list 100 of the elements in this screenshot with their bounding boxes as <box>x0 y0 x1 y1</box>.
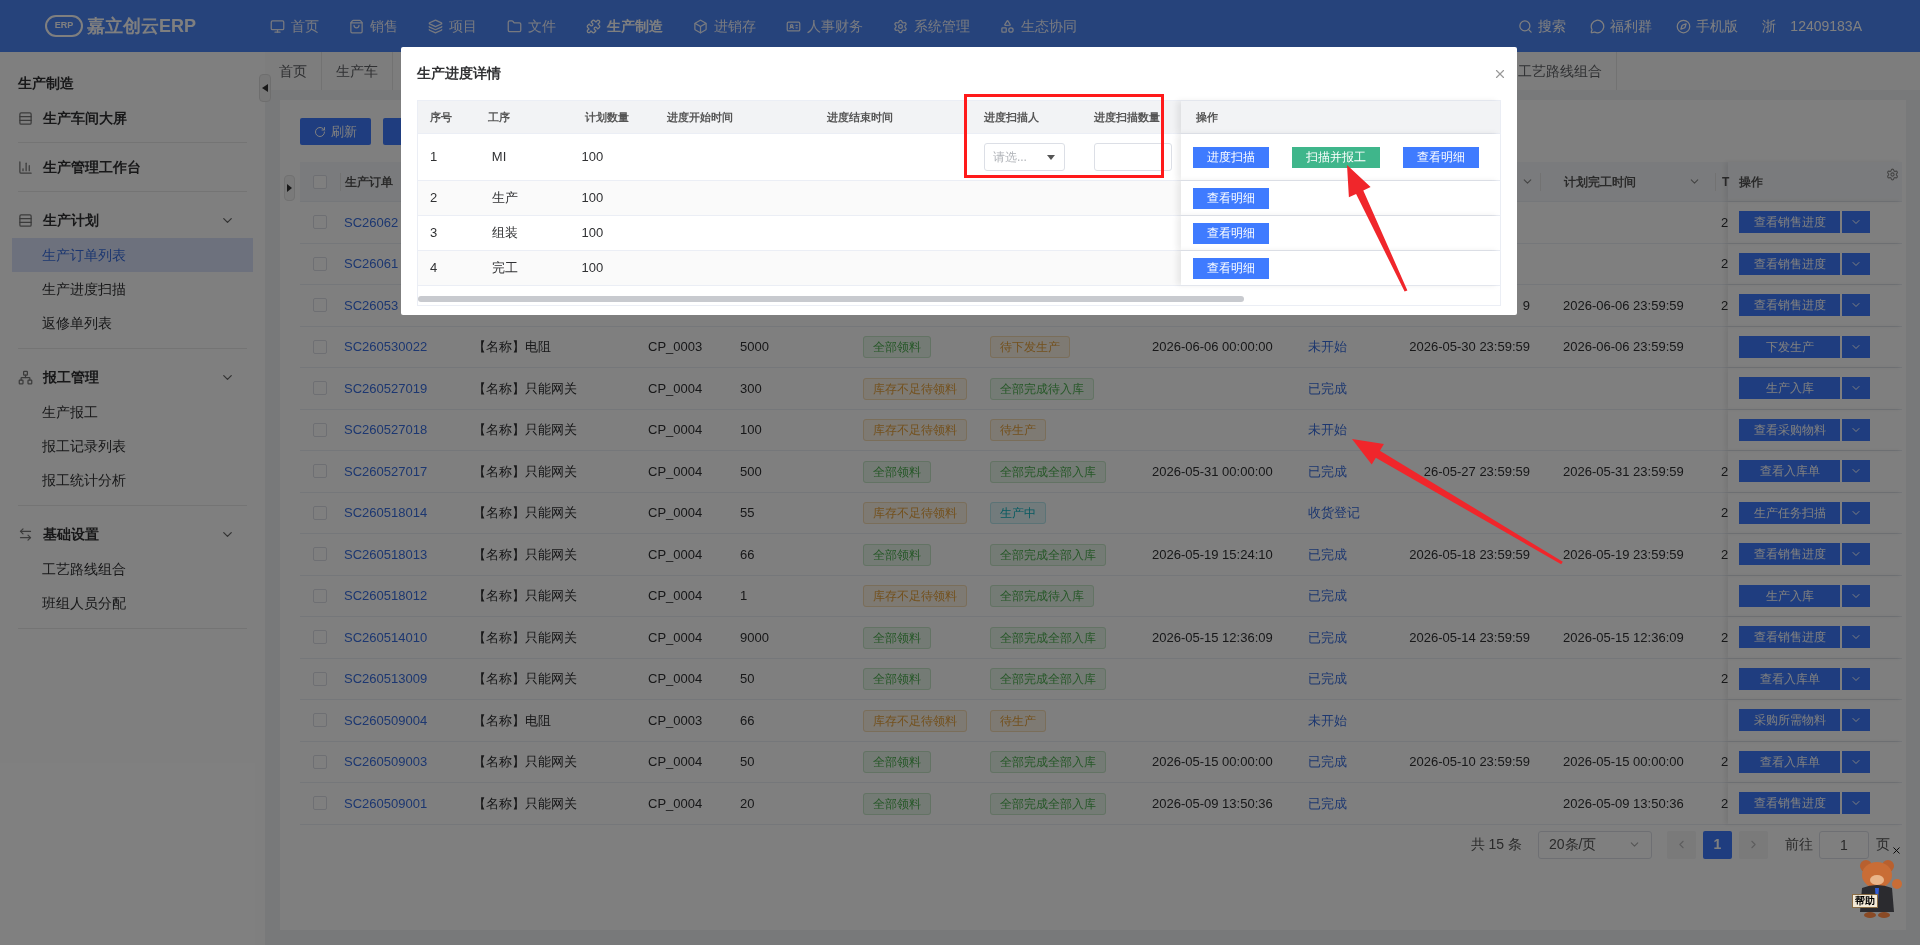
dropdown-button[interactable] <box>1842 709 1870 732</box>
nav-item[interactable]: 项目 <box>428 15 477 37</box>
sidebar-item[interactable]: 生产报工 <box>12 395 253 429</box>
action-button[interactable]: 查看采购物料 <box>1739 418 1840 441</box>
order-link[interactable]: SC260527017 <box>344 461 428 481</box>
nav-item[interactable]: 销售 <box>349 15 398 37</box>
next-page-button[interactable] <box>1739 830 1768 859</box>
action-button[interactable]: 生产入库 <box>1739 584 1840 607</box>
status-link[interactable]: 已完成 <box>1308 586 1347 606</box>
order-link[interactable]: SC260527019 <box>344 378 428 398</box>
goto-field[interactable]: 1 <box>1819 830 1869 859</box>
dropdown-button[interactable] <box>1842 377 1870 400</box>
sidebar-item[interactable]: 生产管理工作台 <box>18 143 247 191</box>
status-link[interactable]: 已完成 <box>1308 544 1347 564</box>
action-button[interactable]: 查看销售进度 <box>1739 626 1840 649</box>
dropdown-button[interactable] <box>1842 335 1870 358</box>
toolbar-link[interactable]: 手机版 <box>1676 15 1739 37</box>
dropdown-button[interactable] <box>1842 792 1870 815</box>
dropdown-button[interactable] <box>1842 584 1870 607</box>
dropdown-button[interactable] <box>1842 211 1870 234</box>
order-link[interactable]: SC26053 <box>344 295 399 315</box>
status-link[interactable]: 已完成 <box>1308 669 1347 689</box>
help-button[interactable]: 帮助 <box>1850 858 1904 918</box>
page-tab[interactable]: 生产车 <box>322 52 393 90</box>
expand-handle[interactable] <box>284 175 295 201</box>
status-link[interactable]: 已完成 <box>1308 793 1347 813</box>
settings-icon[interactable] <box>1886 168 1899 181</box>
order-link[interactable]: SC260509001 <box>344 793 428 813</box>
action-button[interactable]: 查看销售进度 <box>1739 294 1840 317</box>
status-link[interactable]: 未开始 <box>1308 337 1347 357</box>
action-button[interactable]: 采购所需物料 <box>1739 709 1840 732</box>
status-link[interactable]: 已完成 <box>1308 378 1347 398</box>
dropdown-button[interactable] <box>1842 667 1870 690</box>
nav-item[interactable]: 生产制造 <box>586 15 663 37</box>
order-link[interactable]: SC260509004 <box>344 710 428 730</box>
status-link[interactable]: 已完成 <box>1308 627 1347 647</box>
page-button[interactable]: 1 <box>1703 830 1732 859</box>
dropdown-button[interactable] <box>1842 543 1870 566</box>
order-link[interactable]: SC260518013 <box>344 544 428 564</box>
sidebar-item[interactable]: 生产进度扫描 <box>12 272 253 306</box>
dropdown-button[interactable] <box>1842 252 1870 275</box>
order-link[interactable]: SC26061 <box>344 254 399 274</box>
order-link[interactable]: SC260527018 <box>344 420 428 440</box>
nav-item[interactable]: 首页 <box>270 15 319 37</box>
sidebar-group[interactable]: 生产计划 <box>18 202 247 238</box>
order-link[interactable]: SC260514010 <box>344 627 428 647</box>
refresh-button[interactable]: 刷新 <box>300 118 371 145</box>
sidebar-item[interactable]: 报工记录列表 <box>12 429 253 463</box>
action-button[interactable]: 查看明细 <box>1193 257 1270 279</box>
dropdown-button[interactable] <box>1842 626 1870 649</box>
toolbar-link[interactable]: 搜索 <box>1518 15 1567 37</box>
action-button[interactable]: 查看入库单 <box>1739 667 1840 690</box>
action-button[interactable]: 下发生产 <box>1739 335 1840 358</box>
action-button[interactable]: 生产任务扫描 <box>1739 501 1840 524</box>
order-link[interactable]: SC260518012 <box>344 586 428 606</box>
status-link[interactable]: 未开始 <box>1308 420 1347 440</box>
page-tab[interactable]: 首页 <box>265 52 322 90</box>
nav-item[interactable]: 系统管理 <box>893 15 970 37</box>
status-link[interactable]: 已完成 <box>1308 461 1347 481</box>
dropdown-button[interactable] <box>1842 501 1870 524</box>
order-link[interactable]: SC260518014 <box>344 503 428 523</box>
scanner-select[interactable]: 请选... <box>983 143 1065 171</box>
dropdown-button[interactable] <box>1842 418 1870 441</box>
action-button[interactable]: 查看明细 <box>1403 146 1480 168</box>
order-link[interactable]: SC260530022 <box>344 337 428 357</box>
action-button[interactable]: 查看销售进度 <box>1739 543 1840 566</box>
action-button[interactable]: 查看明细 <box>1193 222 1270 244</box>
sidebar-item[interactable]: 报工统计分析 <box>12 463 253 497</box>
nav-item[interactable]: 文件 <box>507 15 556 37</box>
status-link[interactable]: 收货登记 <box>1308 503 1360 523</box>
nav-item[interactable]: 生态协同 <box>1000 15 1077 37</box>
action-button[interactable]: 查看销售进度 <box>1739 792 1840 815</box>
nav-item[interactable]: 进销存 <box>693 15 756 37</box>
order-link[interactable]: SC26062 <box>344 212 399 232</box>
sidebar-item[interactable]: 生产订单列表 <box>12 238 253 272</box>
status-link[interactable]: 已完成 <box>1308 752 1347 772</box>
action-button[interactable]: 进度扫描 <box>1193 146 1270 168</box>
status-link[interactable]: 未开始 <box>1308 710 1347 730</box>
dropdown-button[interactable] <box>1842 750 1870 773</box>
order-link[interactable]: SC260509003 <box>344 752 428 772</box>
prev-page-button[interactable] <box>1667 830 1696 859</box>
sidebar-item[interactable]: 工艺路线组合 <box>12 552 253 586</box>
action-button[interactable]: 查看销售进度 <box>1739 252 1840 275</box>
scrollbar-thumb[interactable] <box>418 296 1244 302</box>
page-size-select[interactable]: 20条/页 <box>1538 830 1652 859</box>
toolbar-link[interactable]: 福利群 <box>1590 15 1653 37</box>
action-button[interactable]: 扫描并报工 <box>1292 146 1381 168</box>
action-button[interactable]: 查看入库单 <box>1739 460 1840 483</box>
action-button[interactable]: 查看销售进度 <box>1739 211 1840 234</box>
dropdown-button[interactable] <box>1842 294 1870 317</box>
quantity-field[interactable] <box>1093 143 1172 171</box>
order-link[interactable]: SC260513009 <box>344 669 428 689</box>
sidebar-item[interactable]: 班组人员分配 <box>12 586 253 620</box>
action-button[interactable]: 查看明细 <box>1193 187 1270 209</box>
action-button[interactable]: 查看入库单 <box>1739 750 1840 773</box>
sidebar-group[interactable]: 基础设置 <box>18 516 247 552</box>
user-account[interactable]: 12409183A <box>1790 15 1862 37</box>
dropdown-button[interactable] <box>1842 460 1870 483</box>
sidebar-item[interactable]: 返修单列表 <box>12 306 253 340</box>
action-button[interactable]: 生产入库 <box>1739 377 1840 400</box>
